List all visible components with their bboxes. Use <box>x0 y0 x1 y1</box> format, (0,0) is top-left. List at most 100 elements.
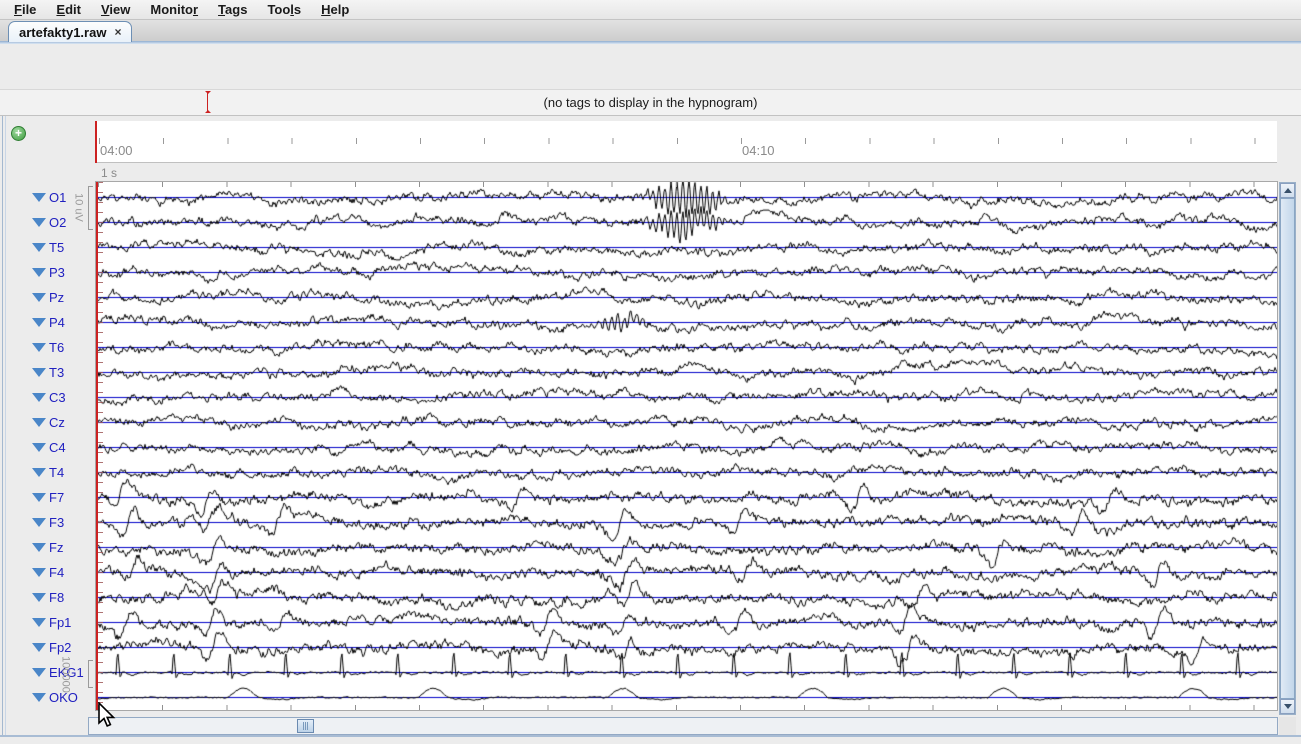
down-arrow-icon <box>1284 704 1292 709</box>
channel-label-fp1[interactable]: Fp1 <box>0 613 71 631</box>
time-scale-unit-label: 1 s <box>101 166 117 180</box>
channel-dropdown-icon[interactable] <box>32 543 46 552</box>
channel-label-f3[interactable]: F3 <box>0 513 64 531</box>
channel-dropdown-icon[interactable] <box>32 593 46 602</box>
hypnogram-strip[interactable]: (no tags to display in the hypnogram) <box>0 89 1301 116</box>
time-ruler[interactable]: 04:00 04:10 <box>97 121 1277 163</box>
vertical-scrollbar[interactable] <box>1279 182 1296 715</box>
channel-label-cz[interactable]: Cz <box>0 413 65 431</box>
channel-name: C3 <box>49 390 66 405</box>
window-bottom-border <box>0 735 1301 744</box>
menu-item-file[interactable]: File <box>4 0 46 19</box>
channel-dropdown-icon[interactable] <box>32 343 46 352</box>
value-scale-text-o1: 10 uV <box>72 188 85 228</box>
scroll-down-button[interactable] <box>1280 699 1295 714</box>
channel-label-t6[interactable]: T6 <box>0 338 64 356</box>
channel-name: F7 <box>49 490 64 505</box>
channel-label-c3[interactable]: C3 <box>0 388 66 406</box>
menu-item-view[interactable]: View <box>91 0 140 19</box>
value-scale-text-ekg1: 100000 <box>59 652 72 698</box>
time-label: 04:00 <box>100 143 133 158</box>
menu-bar: FileEditViewMonitorTagsToolsHelp <box>0 0 1301 20</box>
channel-label-f4[interactable]: F4 <box>0 563 64 581</box>
value-scale-bracket-ekg1 <box>88 660 93 688</box>
eeg-traces-canvas[interactable] <box>98 182 1278 710</box>
scroll-up-button[interactable] <box>1280 183 1295 198</box>
channel-name: F8 <box>49 590 64 605</box>
channel-name: F3 <box>49 515 64 530</box>
tab-close-icon[interactable]: × <box>114 26 121 38</box>
plot-top-ticks <box>98 182 1277 187</box>
time-label: 04:10 <box>742 143 775 158</box>
tab-bar: artefakty1.raw × <box>0 20 1301 41</box>
horizontal-scrollbar[interactable] <box>88 717 1278 735</box>
mouse-cursor <box>97 702 117 730</box>
channel-dropdown-icon[interactable] <box>32 568 46 577</box>
channel-label-t4[interactable]: T4 <box>0 463 64 481</box>
page-start-marker <box>95 121 97 163</box>
menu-item-tools[interactable]: Tools <box>257 0 311 19</box>
value-ruler-ticks <box>98 182 103 710</box>
channel-dropdown-icon[interactable] <box>32 293 46 302</box>
channel-name: T4 <box>49 465 64 480</box>
channel-dropdown-icon[interactable] <box>32 268 46 277</box>
up-arrow-icon <box>1284 188 1292 193</box>
hypnogram-message: (no tags to display in the hypnogram) <box>0 95 1301 110</box>
channel-dropdown-icon[interactable] <box>32 318 46 327</box>
channel-name: T5 <box>49 240 64 255</box>
channel-name: Fz <box>49 540 63 555</box>
tab-artefakty1-raw[interactable]: artefakty1.raw × <box>8 21 132 42</box>
channel-dropdown-icon[interactable] <box>32 193 46 202</box>
channel-label-f7[interactable]: F7 <box>0 488 64 506</box>
channel-label-c4[interactable]: C4 <box>0 438 66 456</box>
channel-name: O2 <box>49 215 66 230</box>
channel-label-o1[interactable]: O1 <box>0 188 66 206</box>
channel-label-t5[interactable]: T5 <box>0 238 64 256</box>
channel-label-pz[interactable]: Pz <box>0 288 64 306</box>
channel-name: C4 <box>49 440 66 455</box>
application-window: FileEditViewMonitorTagsToolsHelp artefak… <box>0 0 1301 744</box>
channel-dropdown-icon[interactable] <box>32 368 46 377</box>
time-ruler-ticks <box>99 138 1277 144</box>
channel-label-t3[interactable]: T3 <box>0 363 64 381</box>
hypnogram-marker <box>207 92 208 112</box>
channel-label-p3[interactable]: P3 <box>0 263 65 281</box>
channel-dropdown-icon[interactable] <box>32 518 46 527</box>
menu-item-monitor[interactable]: Monitor <box>140 0 208 19</box>
menu-item-edit[interactable]: Edit <box>46 0 91 19</box>
channel-dropdown-icon[interactable] <box>32 243 46 252</box>
channel-dropdown-icon[interactable] <box>32 618 46 627</box>
channel-name: T3 <box>49 365 64 380</box>
channel-dropdown-icon[interactable] <box>32 693 46 702</box>
toolbar: FFT ✕ Time scale <box>0 44 1301 90</box>
plot-bottom-ticks <box>98 705 1277 710</box>
scrollbar-corner <box>1279 717 1296 735</box>
channel-name: Cz <box>49 415 65 430</box>
signal-plot[interactable] <box>95 181 1278 711</box>
channel-name: Pz <box>49 290 64 305</box>
channel-name: T6 <box>49 340 64 355</box>
menu-item-help[interactable]: Help <box>311 0 359 19</box>
channel-label-p4[interactable]: P4 <box>0 313 65 331</box>
menu-item-tags[interactable]: Tags <box>208 0 257 19</box>
channel-label-o2[interactable]: O2 <box>0 213 66 231</box>
channel-name: P3 <box>49 265 65 280</box>
channel-dropdown-icon[interactable] <box>32 393 46 402</box>
channel-label-f8[interactable]: F8 <box>0 588 64 606</box>
channel-dropdown-icon[interactable] <box>32 418 46 427</box>
channel-dropdown-icon[interactable] <box>32 643 46 652</box>
channel-name: O1 <box>49 190 66 205</box>
channel-dropdown-icon[interactable] <box>32 493 46 502</box>
channel-name: P4 <box>49 315 65 330</box>
add-icon[interactable]: + <box>11 126 26 141</box>
vertical-scrollbar-thumb[interactable] <box>1280 198 1295 699</box>
channel-dropdown-icon[interactable] <box>32 443 46 452</box>
channel-label-fz[interactable]: Fz <box>0 538 63 556</box>
channel-name: Fp1 <box>49 615 71 630</box>
channel-dropdown-icon[interactable] <box>32 668 46 677</box>
horizontal-scrollbar-thumb[interactable] <box>297 719 314 733</box>
tab-title: artefakty1.raw <box>19 25 106 40</box>
channel-dropdown-icon[interactable] <box>32 468 46 477</box>
channel-name: F4 <box>49 565 64 580</box>
channel-dropdown-icon[interactable] <box>32 218 46 227</box>
